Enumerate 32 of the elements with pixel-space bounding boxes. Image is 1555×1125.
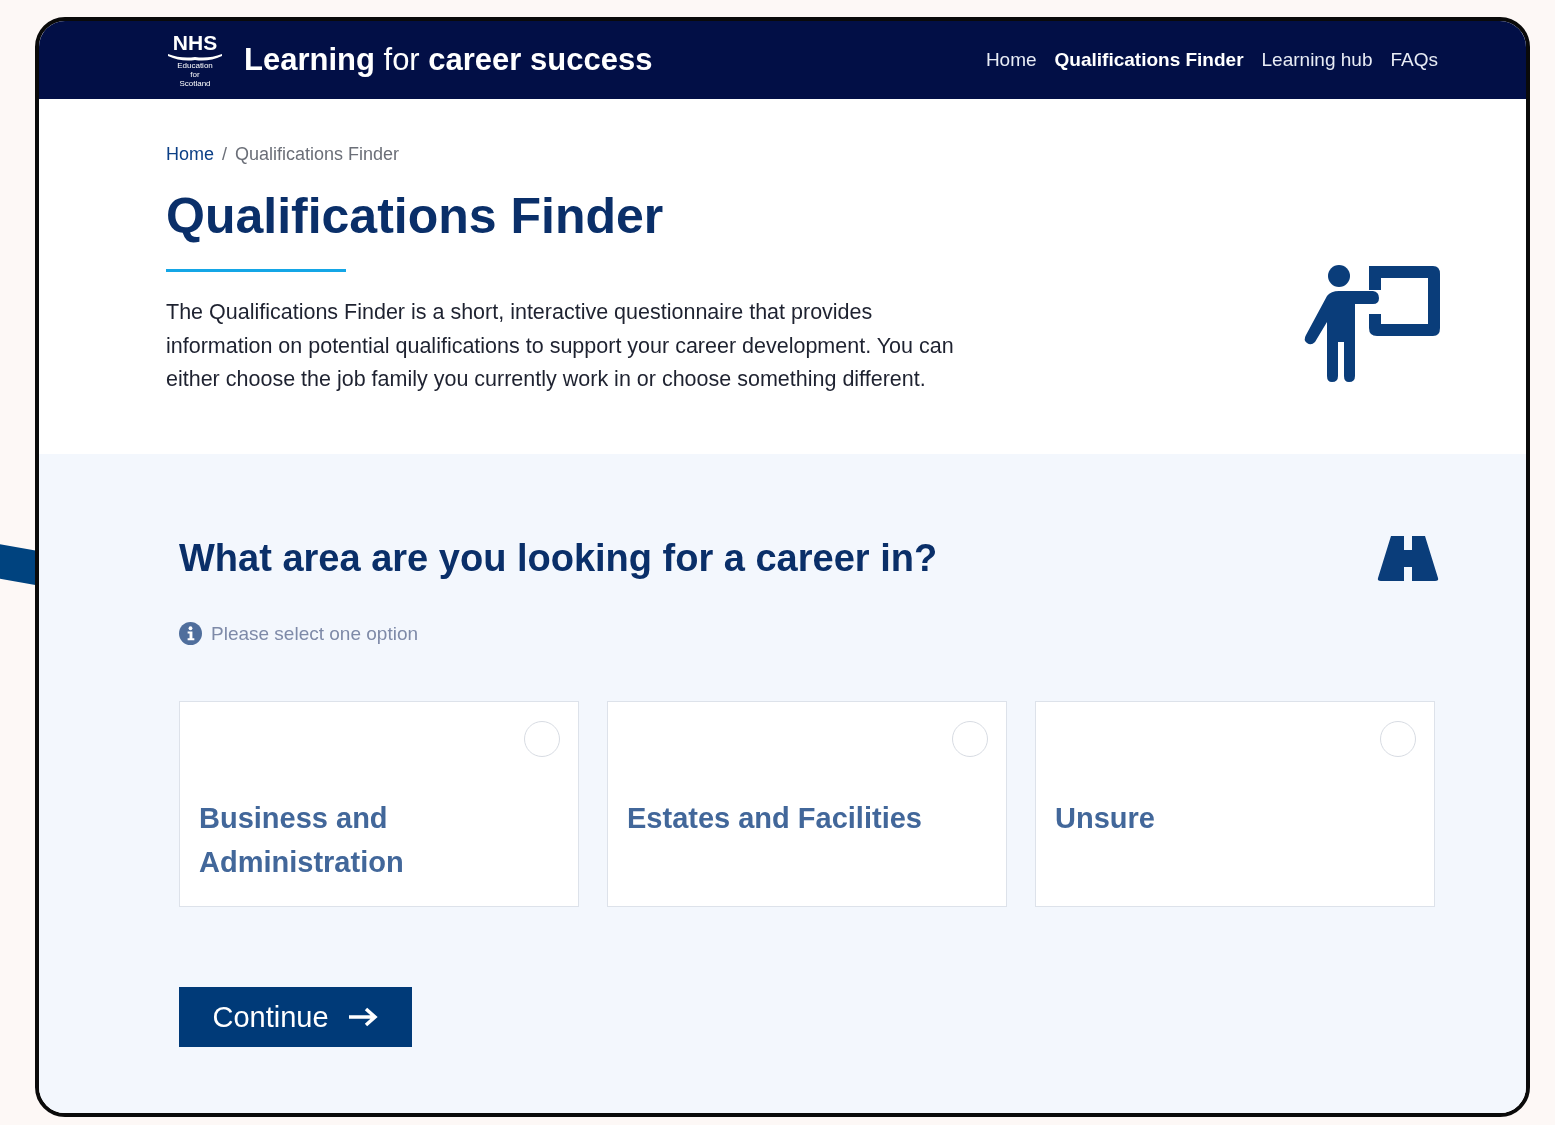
nav-link[interactable]: Learning hub (1261, 49, 1373, 71)
site-title: Learning for career success (244, 42, 654, 78)
page-title: Qualifications Finder (166, 187, 665, 245)
intro-text: The Qualifications Finder is a short, interactive questionnaire that provides information on potential qualifications to support your career development. You can either choose the job family you currently work in or choose something different. (166, 299, 955, 393)
breadcrumb-separator: / (222, 144, 228, 165)
logo-text: Education (177, 60, 213, 70)
option-label: Business and Administration (199, 801, 405, 880)
option-label: Unsure (1055, 801, 1156, 836)
nav-link[interactable]: Home (985, 49, 1037, 71)
teacher-icon (1303, 264, 1443, 384)
continue-button[interactable]: Continue (179, 987, 412, 1047)
breadcrumb-current: Qualifications Finder (235, 144, 400, 165)
breadcrumb-link[interactable]: Home (166, 144, 214, 165)
nav-link[interactable]: Qualifications Finder (1054, 49, 1244, 71)
swoosh-icon (166, 52, 224, 61)
logo[interactable]: NHS Education for Scotland (164, 32, 226, 88)
option-card[interactable]: Unsure (1035, 701, 1435, 907)
nav-link[interactable]: FAQs (1390, 49, 1438, 71)
radio-button[interactable] (1380, 721, 1416, 757)
info-icon (179, 622, 202, 645)
radio-button[interactable] (952, 721, 988, 757)
arrow-icon (346, 1006, 379, 1028)
logo-text: for (190, 69, 200, 79)
logo-text: Scotland (179, 78, 211, 88)
question-title: What area are you looking for a career in? (179, 536, 938, 580)
option-card[interactable]: Business and Administration (179, 701, 579, 907)
option-card[interactable]: Estates and Facilities (607, 701, 1007, 907)
road-icon (1377, 534, 1439, 582)
radio-button[interactable] (524, 721, 560, 757)
logo-text: NHS (172, 32, 218, 53)
hint-text: Please select one option (211, 622, 419, 645)
option-label: Estates and Facilities (627, 801, 923, 836)
